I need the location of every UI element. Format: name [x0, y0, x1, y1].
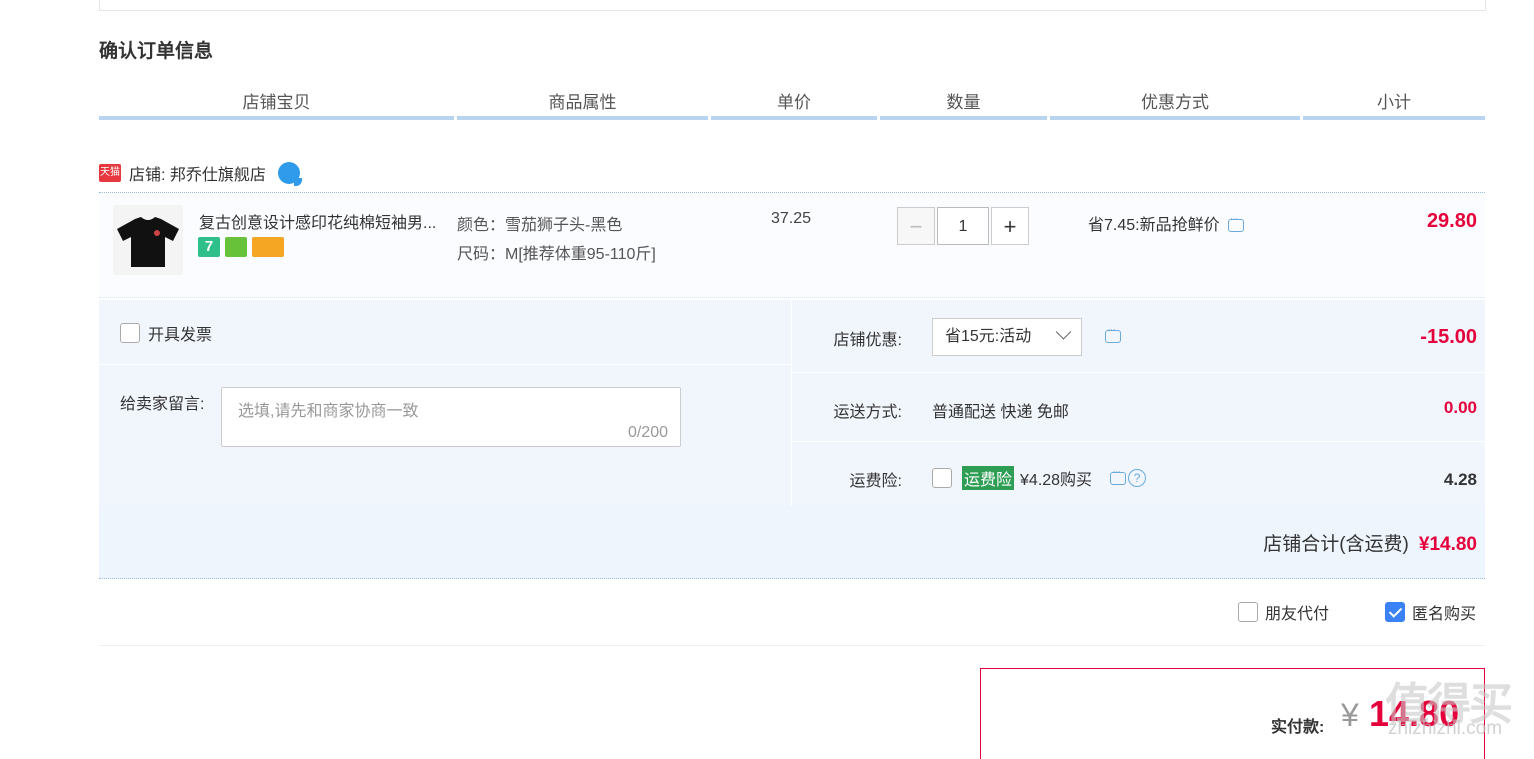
anonymous-label: 匿名购买 [1412, 606, 1477, 623]
store-discount-value: -15.00 [1420, 326, 1477, 348]
order-item-row: 复古创意设计感印花纯棉短袖男... 7 颜色：雪茄狮子头-黑色 尺码：M[推荐体… [99, 192, 1485, 298]
extra-options: 朋友代付 匿名购买 [1238, 600, 1476, 624]
header-discount: 优惠方式 [1050, 90, 1300, 120]
store-total-value: ¥14.80 [1418, 534, 1477, 555]
tshirt-icon [117, 217, 179, 267]
table-header: 店铺宝贝 商品属性 单价 数量 优惠方式 小计 [99, 90, 1485, 120]
pay-label: 实付款: [1271, 719, 1325, 736]
friend-pay-checkbox[interactable] [1238, 602, 1258, 622]
qty-input[interactable]: 1 [937, 207, 989, 245]
watermark-url: zhizhizhi.com [1388, 718, 1503, 739]
tmall-icon: 天猫 [99, 164, 121, 182]
header-attributes: 商品属性 [457, 90, 708, 120]
unit-price: 37.25 [771, 210, 812, 227]
divider [792, 372, 1485, 373]
quantity-stepper: − 1 + [897, 207, 1029, 245]
divider [792, 441, 1485, 442]
service-icons: 7 [198, 237, 284, 257]
section-title: 确认订单信息 [99, 41, 214, 62]
wangwang-chat-icon[interactable] [277, 162, 302, 186]
item-discount: 省7.45:新品抢鲜价 [1088, 211, 1244, 235]
store-total: 店铺合计(含运费) ¥14.80 [1263, 529, 1477, 556]
divider [791, 300, 792, 506]
attr-color: 颜色：雪茄狮子头-黑色 [457, 217, 623, 234]
invoice-checkbox[interactable] [120, 323, 140, 343]
product-thumbnail[interactable] [113, 205, 183, 275]
shipping-method: 普通配送 快递 免邮 [932, 404, 1069, 421]
insurance-price: ¥4.28购买 [1020, 472, 1093, 489]
store-discount-selected: 省15元:活动 [945, 328, 1032, 345]
qty-plus-button[interactable]: + [991, 207, 1029, 245]
chevron-down-icon [1055, 324, 1072, 340]
shop-name-link[interactable]: 店铺: 邦乔仕旗舰店 [129, 161, 266, 185]
shipping-label: 运送方式: [833, 404, 902, 421]
message-icon[interactable] [1110, 466, 1127, 485]
message-label: 给卖家留言: [120, 396, 205, 413]
insurance-option: 运费险 ¥4.28购买 ? [932, 466, 1147, 490]
seven-day-return-icon[interactable]: 7 [198, 237, 220, 257]
anonymous-checkbox[interactable] [1385, 602, 1406, 622]
insurance-value: 4.28 [1443, 470, 1477, 489]
message-icon[interactable] [1227, 213, 1244, 233]
invoice-option[interactable]: 开具发票 [120, 321, 212, 345]
message-placeholder: 选填,请先和商家协商一致 [238, 403, 419, 420]
credit-card-icon[interactable] [252, 237, 284, 257]
seller-message-textarea[interactable]: 选填,请先和商家协商一致 0/200 [221, 387, 681, 447]
previous-section-box [99, 0, 1486, 11]
message-icon[interactable] [1105, 324, 1121, 343]
store-discount-label: 店铺优惠: [833, 332, 902, 349]
header-subtotal: 小计 [1303, 90, 1485, 120]
shop-row: 天猫 店铺: 邦乔仕旗舰店 [99, 160, 302, 186]
divider [99, 645, 1485, 646]
message-char-count: 0/200 [627, 424, 668, 441]
store-total-bar: 店铺合计(含运费) ¥14.80 [99, 506, 1485, 579]
item-discount-text: 省7.45:新品抢鲜价 [1088, 217, 1220, 234]
order-options-panel: 开具发票 给卖家留言: 选填,请先和商家协商一致 0/200 店铺优惠: 省15… [99, 300, 1485, 506]
header-quantity: 数量 [880, 90, 1047, 120]
insurance-checkbox[interactable] [932, 468, 952, 488]
shipping-value: 0.00 [1443, 398, 1477, 417]
store-discount-select[interactable]: 省15元:活动 [932, 318, 1082, 356]
product-title-link[interactable]: 复古创意设计感印花纯棉短袖男... [199, 209, 451, 233]
service-guarantee-icon[interactable] [225, 237, 247, 257]
insurance-label: 运费险: [849, 473, 902, 490]
attr-size: 尺码：M[推荐体重95-110斤] [457, 246, 656, 263]
friend-pay-label: 朋友代付 [1265, 606, 1330, 623]
item-subtotal: 29.80 [1426, 210, 1477, 232]
pay-currency: ¥ [1341, 697, 1359, 733]
insurance-badge: 运费险 [962, 466, 1015, 490]
header-shop-item: 店铺宝贝 [99, 90, 454, 120]
divider [99, 364, 791, 365]
invoice-label: 开具发票 [148, 327, 213, 344]
store-total-label: 店铺合计(含运费) [1263, 534, 1409, 555]
help-icon[interactable]: ? [1128, 469, 1147, 487]
qty-minus-button[interactable]: − [897, 207, 935, 245]
header-unit-price: 单价 [711, 90, 877, 120]
